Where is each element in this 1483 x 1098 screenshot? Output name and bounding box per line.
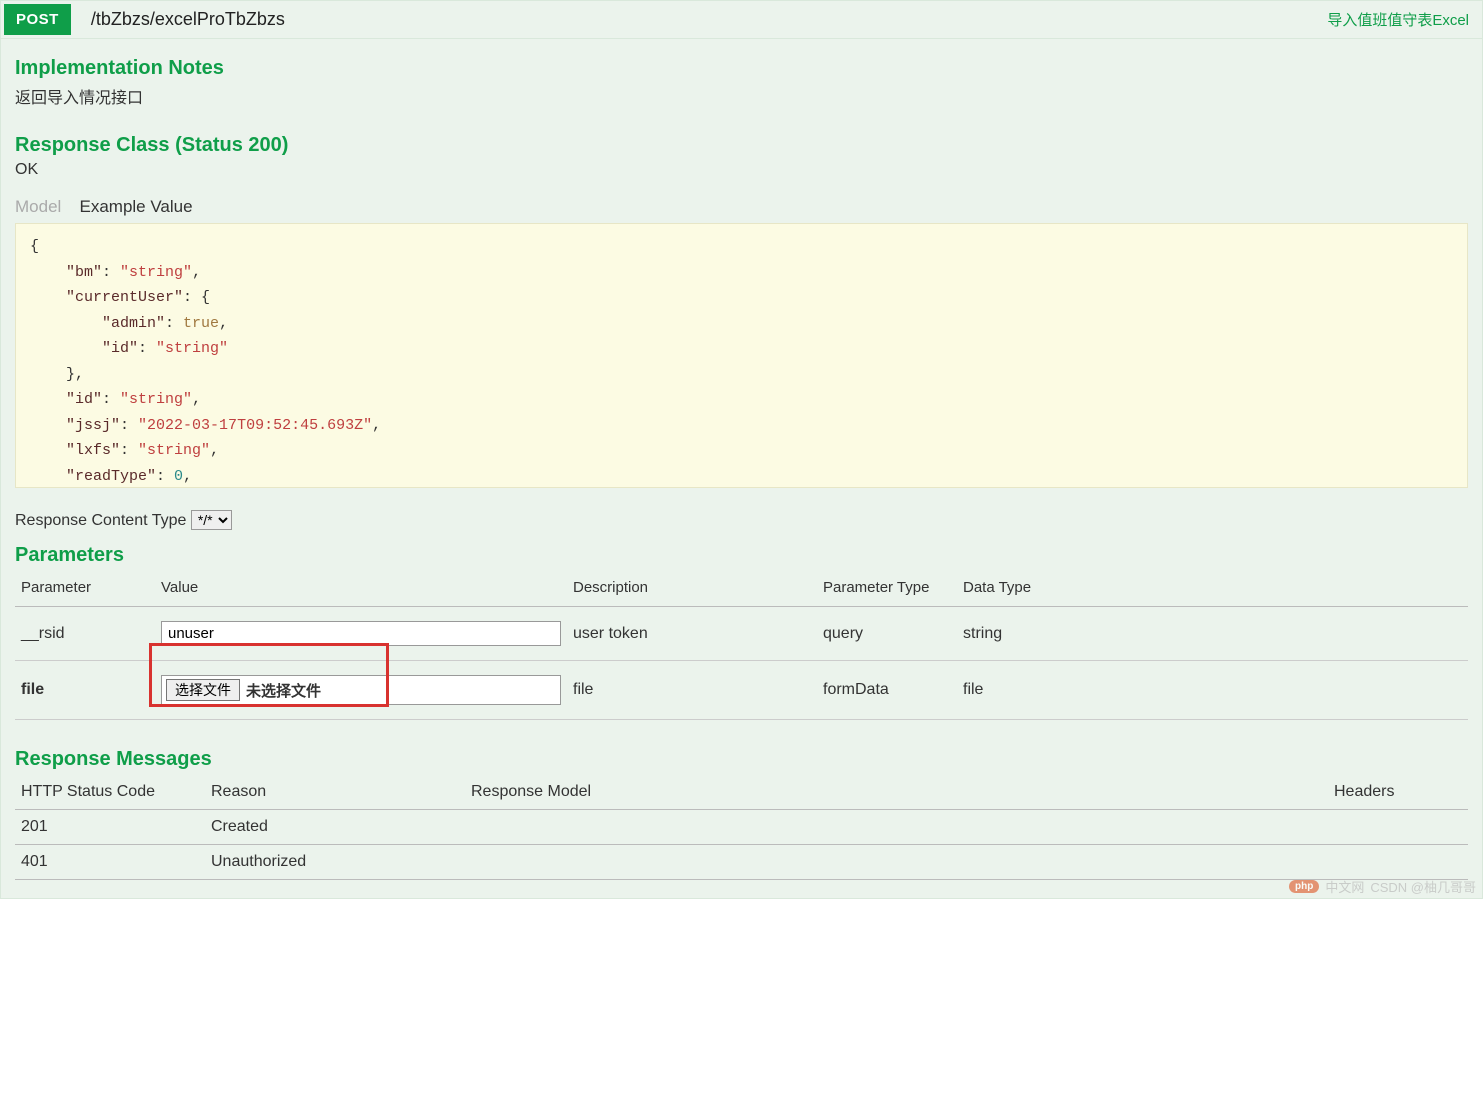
implementation-notes-text: 返回导入情况接口	[15, 84, 1468, 108]
col-reason: Reason	[205, 775, 465, 810]
model-example-tabs: Model Example Value	[15, 197, 1468, 217]
status-reason: Created	[205, 810, 465, 845]
param-type: formData	[817, 661, 957, 720]
credit-watermark: CSDN @柚几哥哥	[1370, 877, 1476, 896]
param-type: query	[817, 607, 957, 661]
response-status-text: OK	[15, 161, 1468, 179]
http-method-badge: POST	[4, 4, 71, 35]
table-row: file 选择文件 未选择文件 file formData file	[15, 661, 1468, 720]
param-description: user token	[567, 607, 817, 661]
operation-summary-link[interactable]: 导入值班值守表Excel	[1327, 9, 1479, 30]
table-row: 401 Unauthorized	[15, 845, 1468, 880]
rsid-input[interactable]	[161, 621, 561, 646]
response-class-heading: Response Class (Status 200)	[15, 134, 1468, 157]
parameters-table: Parameter Value Description Parameter Ty…	[15, 571, 1468, 720]
table-row: 201 Created	[15, 810, 1468, 845]
response-messages-table: HTTP Status Code Reason Response Model H…	[15, 775, 1468, 880]
col-headers: Headers	[1328, 775, 1468, 810]
col-parameter: Parameter	[15, 571, 155, 607]
implementation-notes-heading: Implementation Notes	[15, 57, 1468, 80]
col-description: Description	[567, 571, 817, 607]
tab-example-value[interactable]: Example Value	[79, 197, 192, 216]
parameters-heading: Parameters	[15, 544, 1468, 567]
status-reason: Unauthorized	[205, 845, 465, 880]
php-badge-icon: php	[1289, 880, 1319, 893]
file-status-text: 未选择文件	[246, 680, 321, 701]
table-row: __rsid user token query string	[15, 607, 1468, 661]
response-content-type-select[interactable]: */*	[191, 510, 232, 530]
choose-file-button[interactable]: 选择文件	[166, 679, 240, 701]
status-code: 401	[15, 845, 205, 880]
col-value: Value	[155, 571, 567, 607]
status-code: 201	[15, 810, 205, 845]
example-value-code[interactable]: { "bm": "string", "currentUser": { "admi…	[15, 223, 1468, 488]
col-http-status: HTTP Status Code	[15, 775, 205, 810]
col-data-type: Data Type	[957, 571, 1468, 607]
response-content-type-row: Response Content Type */*	[15, 510, 1468, 530]
col-parameter-type: Parameter Type	[817, 571, 957, 607]
site-watermark: 中文网	[1325, 877, 1364, 896]
file-input-wrapper[interactable]: 选择文件 未选择文件	[161, 675, 561, 705]
watermark: php 中文网 CSDN @柚几哥哥	[1289, 877, 1476, 896]
param-description: file	[567, 661, 817, 720]
response-content-type-label: Response Content Type	[15, 512, 186, 529]
operation-body: Implementation Notes 返回导入情况接口 Response C…	[0, 39, 1483, 899]
operation-header[interactable]: POST /tbZbzs/excelProTbZbzs 导入值班值守表Excel	[0, 0, 1483, 39]
param-name: file	[15, 661, 155, 720]
col-response-model: Response Model	[465, 775, 1328, 810]
tab-model[interactable]: Model	[15, 197, 61, 216]
data-type: string	[957, 607, 1468, 661]
endpoint-path[interactable]: /tbZbzs/excelProTbZbzs	[71, 9, 1327, 30]
param-name: __rsid	[15, 607, 155, 661]
data-type: file	[957, 661, 1468, 720]
response-messages-heading: Response Messages	[15, 748, 1468, 771]
